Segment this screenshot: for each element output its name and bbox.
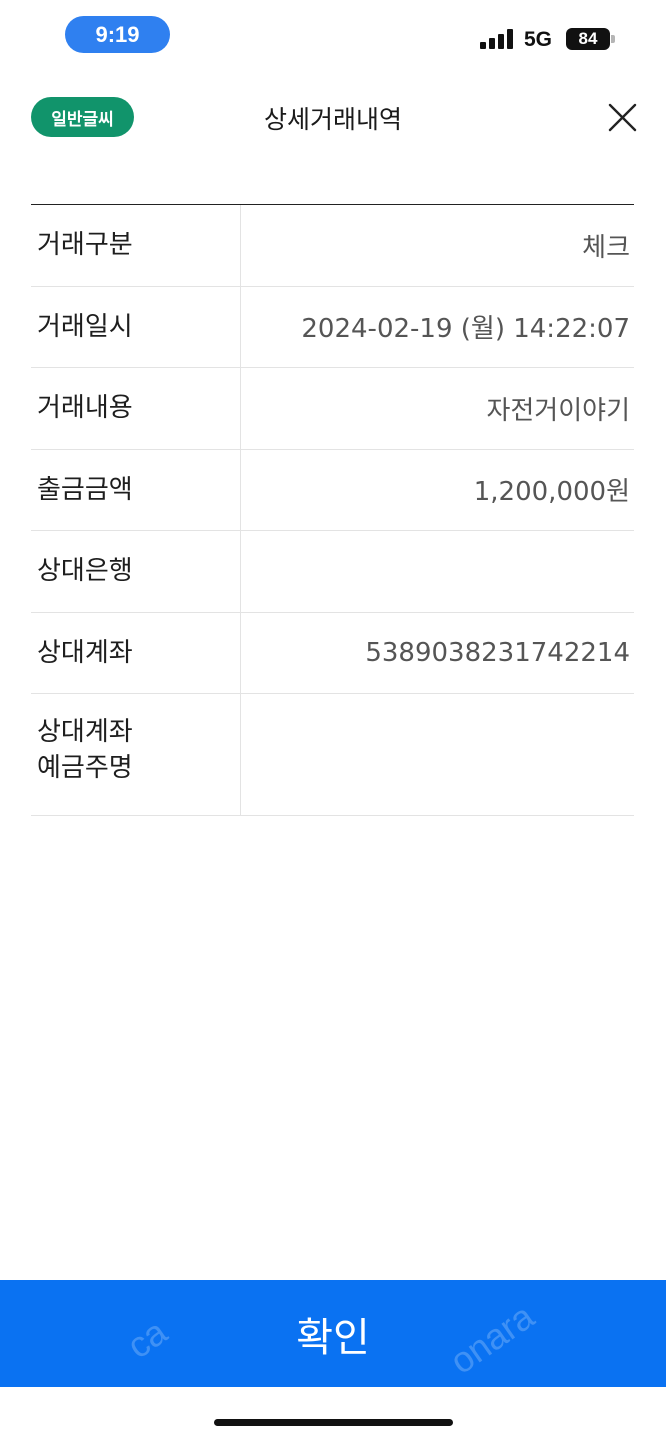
table-row: 상대은행 (31, 531, 634, 613)
confirm-button-label: 확인 (296, 1314, 370, 1361)
watermark: onara (442, 1295, 542, 1382)
signal-icon (480, 29, 514, 49)
font-size-toggle-button[interactable]: 일반글씨 (31, 97, 134, 137)
row-label-counterparty-account: 상대계좌 (31, 612, 241, 693)
row-value-transaction-description: 자전거이야기 (486, 395, 630, 426)
battery-icon: 84 (566, 28, 610, 50)
page-title: 상세거래내역 (263, 105, 402, 134)
row-value-account-holder (241, 694, 634, 815)
close-icon (608, 103, 637, 132)
home-indicator[interactable] (214, 1419, 453, 1426)
row-label-account-holder: 상대계좌 예금주명 (31, 694, 241, 815)
table-row: 거래구분 체크 (31, 205, 634, 287)
row-label-counterparty-bank: 상대은행 (31, 531, 241, 612)
transaction-detail-table: 거래구분 체크 거래일시 2024-02-19 (월) 14:22:07 거래내… (31, 204, 634, 816)
table-row: 상대계좌 예금주명 (31, 694, 634, 816)
table-row: 상대계좌 5389038231742214 (31, 612, 634, 694)
close-button[interactable] (602, 98, 642, 138)
row-label-transaction-datetime: 거래일시 (31, 286, 241, 367)
table-row: 출금금액 1,200,000원 (31, 449, 634, 531)
status-time: 9:19 (65, 16, 170, 53)
status-bar: 9:19 5G 84 (0, 0, 666, 70)
table-row: 거래일시 2024-02-19 (월) 14:22:07 (31, 286, 634, 368)
confirm-button[interactable]: 확인 ca onara (0, 1280, 666, 1387)
row-label-transaction-type: 거래구분 (31, 205, 241, 286)
row-label-transaction-description: 거래내용 (31, 368, 241, 449)
watermark: ca (119, 1310, 175, 1367)
battery-cap (611, 35, 615, 43)
row-value-counterparty-bank (241, 531, 634, 612)
table-row: 거래내용 자전거이야기 (31, 368, 634, 450)
row-value-transaction-datetime: 2024-02-19 (월) 14:22:07 (301, 314, 630, 345)
network-type: 5G (524, 28, 553, 51)
row-label-withdrawal-amount: 출금금액 (31, 449, 241, 530)
row-value-withdrawal-amount: 1,200,000원 (473, 477, 630, 508)
row-value-counterparty-account: 5389038231742214 (365, 637, 630, 668)
row-value-transaction-type: 체크 (582, 232, 630, 263)
